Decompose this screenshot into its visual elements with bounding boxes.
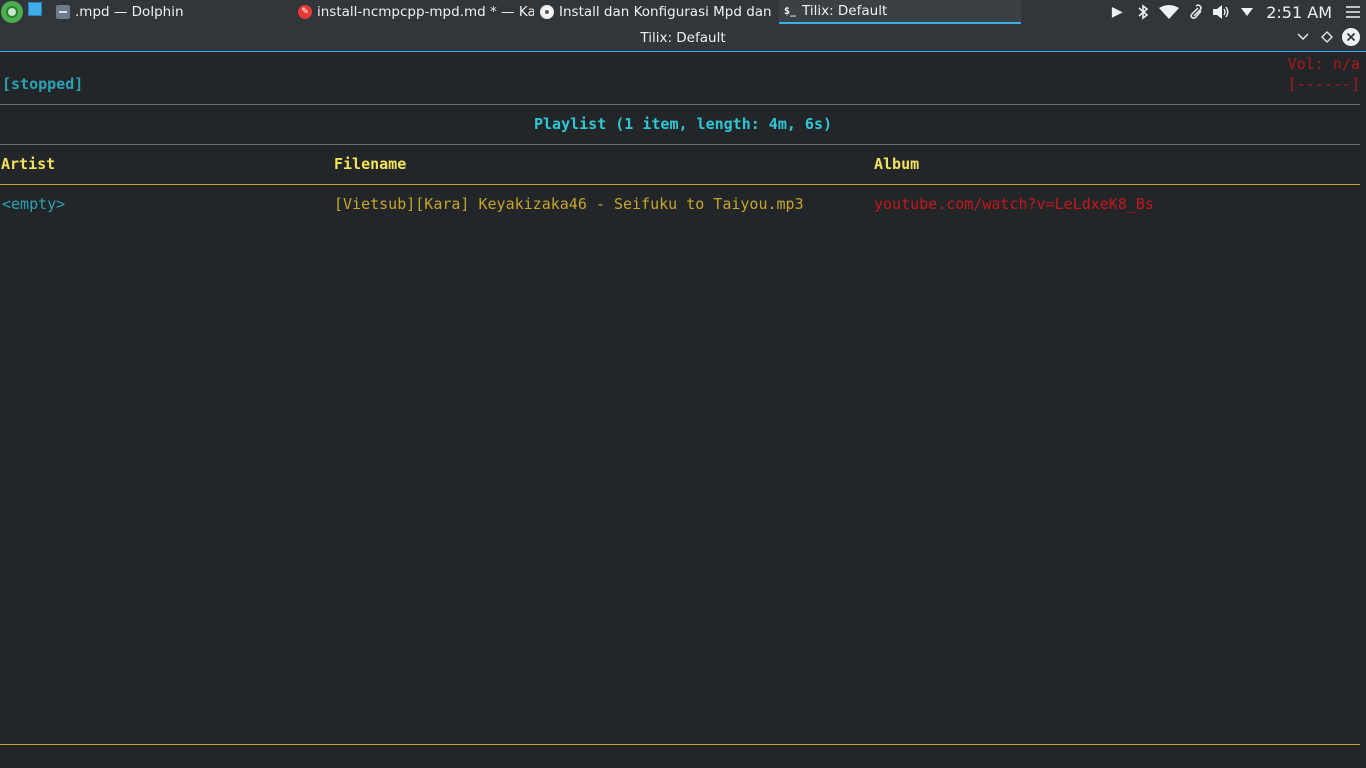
row-artist: <empty> <box>2 195 66 213</box>
column-header-divider <box>0 184 1360 185</box>
kate-icon: ✎ <box>298 5 312 19</box>
diamond-icon <box>1321 31 1333 43</box>
launcher-logo-icon <box>6 6 18 18</box>
chevron-down-icon <box>1297 33 1309 40</box>
folder-icon <box>56 5 70 19</box>
window-buttons <box>1294 28 1360 46</box>
task-label: install-ncmpcpp-mpd.md * — Kate <box>317 4 534 20</box>
taskbar: .mpd — Dolphin ✎ install-ncmpcpp-mpd.md … <box>0 0 1366 24</box>
chevron-down-icon[interactable] <box>1234 0 1260 24</box>
task-label: .mpd — Dolphin <box>75 4 184 20</box>
system-tray: ▶ 2:51 AM <box>1104 0 1366 24</box>
task-label: Install dan Konfigurasi Mpd dan ... <box>559 4 776 20</box>
chrome-icon <box>540 5 554 19</box>
maximize-button[interactable] <box>1318 28 1336 46</box>
row-filename: [Vietsub][Kara] Keyakizaka46 - Seifuku t… <box>334 195 804 213</box>
task-kate[interactable]: ✎ install-ncmpcpp-mpd.md * — Kate <box>294 0 534 24</box>
column-header-filename[interactable]: Filename <box>334 154 406 174</box>
window-titlebar[interactable]: Tilix: Default <box>0 24 1366 52</box>
wifi-icon[interactable] <box>1156 0 1182 24</box>
task-label: Tilix: Default <box>802 3 888 19</box>
playlist-title-divider <box>0 144 1360 145</box>
volume-icon[interactable] <box>1208 0 1234 24</box>
task-chrome[interactable]: Install dan Konfigurasi Mpd dan ... <box>536 0 776 24</box>
play-icon[interactable]: ▶ <box>1104 0 1130 24</box>
bluetooth-icon[interactable] <box>1130 0 1156 24</box>
application-launcher-button[interactable] <box>1 1 23 23</box>
paperclip-icon[interactable] <box>1182 0 1208 24</box>
close-icon <box>1346 32 1356 42</box>
window-title: Tilix: Default <box>640 29 726 46</box>
tilix-icon: $_ <box>783 5 797 17</box>
volume-text: Vol: n/a <box>1287 55 1360 73</box>
playlist-title: Playlist (1 item, length: 4m, 6s) <box>533 115 832 133</box>
statusbar-divider <box>0 744 1360 745</box>
player-state: [stopped] <box>2 75 84 93</box>
volume-indicator: Vol: n/a [------] <box>1288 54 1360 94</box>
volume-bar: [------] <box>1287 75 1360 93</box>
column-header-artist[interactable]: Artist <box>1 154 55 174</box>
task-dolphin[interactable]: .mpd — Dolphin <box>52 0 292 24</box>
row-album: youtube.com/watch?v=LeLdxeK8_Bs <box>874 195 1154 213</box>
terminal-area[interactable]: [stopped] Vol: n/a [------] Playlist (1 … <box>0 52 1366 768</box>
column-header-album[interactable]: Album <box>874 154 919 174</box>
minimize-button[interactable] <box>1294 28 1312 46</box>
virtual-desktop-pager[interactable] <box>28 2 42 16</box>
clock[interactable]: 2:51 AM <box>1260 3 1340 22</box>
task-tilix[interactable]: $_ Tilix: Default <box>779 0 1021 24</box>
hamburger-menu-icon[interactable] <box>1340 0 1366 24</box>
header-divider <box>0 104 1360 105</box>
close-button[interactable] <box>1342 28 1360 46</box>
